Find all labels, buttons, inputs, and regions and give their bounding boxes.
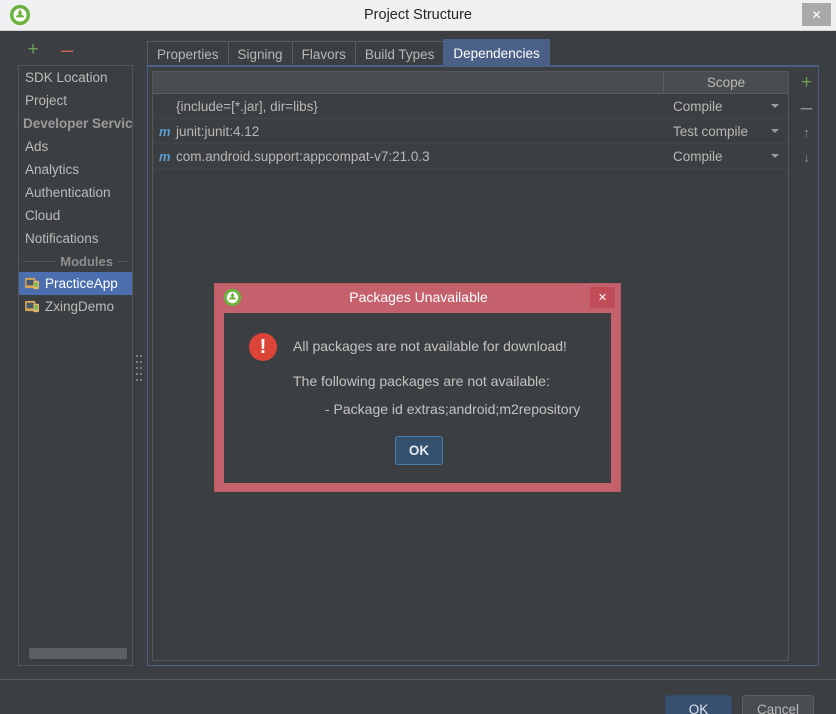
scope-value: Compile [673,148,723,164]
chevron-down-icon [771,104,779,108]
dialog-ok-button[interactable]: OK [395,436,443,465]
sidebar-item-sdk-location[interactable]: SDK Location [19,66,132,89]
maven-library-icon: m [159,148,171,164]
separator-label: Modules [60,253,113,269]
add-module-button[interactable]: + [22,39,44,61]
table-row[interactable]: m com.android.support:appcompat-v7:21.0.3… [153,144,788,169]
table-body: {include=[*.jar], dir=libs} Compile m junit… [153,94,788,169]
dialog-titlebar: Packages Unavailable ✕ [215,284,620,311]
tab-build-types[interactable]: Build Types [354,41,445,66]
dialog-message-primary: All packages are not available for downl… [293,338,567,354]
footer-divider [0,679,836,680]
move-down-button[interactable]: ↓ [796,145,817,170]
dependency-name-label: com.android.support:appcompat-v7:21.0.3 [176,148,430,164]
sidebar-item-notifications[interactable]: Notifications [19,227,132,250]
table-row[interactable]: {include=[*.jar], dir=libs} Compile [153,94,788,119]
scope-value: Compile [673,98,723,114]
sidebar-modules-separator: Modules [19,250,132,272]
sidebar-list: SDK Location Project Developer Servic Ads An… [19,66,132,644]
window-titlebar: Project Structure ✕ [0,0,836,31]
dependency-name-cell: m com.android.support:appcompat-v7:21.0.3 [153,149,664,164]
android-module-icon [25,300,39,313]
window-title: Project Structure [364,7,472,23]
window-close-button[interactable]: ✕ [802,3,831,26]
cancel-button[interactable]: Cancel [742,695,814,714]
dependency-actions-toolbar: + – ↑ ↓ [796,70,817,230]
sidebar-module-zxingdemo[interactable]: ZxingDemo [19,295,132,318]
tab-signing[interactable]: Signing [227,41,293,66]
window-body: + – SDK Location Project Developer Servic A… [0,31,836,714]
tab-properties[interactable]: Properties [147,41,229,66]
sidebar-panel: SDK Location Project Developer Servic Ads An… [18,65,133,666]
warning-icon: ! [249,333,277,361]
packages-unavailable-dialog: Packages Unavailable ✕ ! All packages ar… [214,283,621,492]
sidebar-toolbar: + – [18,39,133,65]
dialog-body: ! All packages are not available for dow… [224,313,611,483]
dependency-name-cell: {include=[*.jar], dir=libs} [153,99,664,114]
scope-value: Test compile [673,123,749,139]
scope-dropdown[interactable]: Test compile [664,124,788,139]
dialog-message-secondary: The following packages are not available… [293,373,550,389]
sidebar-module-label: ZxingDemo [45,299,115,314]
scope-dropdown[interactable]: Compile [664,149,788,164]
dependency-name-cell: m junit:junit:4.12 [153,124,664,139]
sidebar-item-developer-servic: Developer Servic [23,116,132,131]
add-dependency-button[interactable]: + [796,70,817,95]
sidebar-module-label: PracticeApp [45,276,118,291]
tab-flavors[interactable]: Flavors [291,41,356,66]
dependency-name-label: {include=[*.jar], dir=libs} [176,98,318,114]
pane-splitter-handle[interactable] [135,351,143,385]
separator-line [23,260,56,262]
sidebar-item-authentication[interactable]: Authentication [19,181,132,204]
scope-dropdown[interactable]: Compile [664,99,788,114]
sidebar-horizontal-scrollbar[interactable] [29,648,127,659]
table-header-row: Scope [153,72,788,94]
separator-line [118,260,128,262]
sidebar-module-practiceapp[interactable]: PracticeApp [19,272,132,295]
tab-dependencies[interactable]: Dependencies [443,39,550,66]
sidebar-item-ads[interactable]: Ads [19,135,132,158]
remove-dependency-button[interactable]: – [796,95,817,120]
move-up-button[interactable]: ↑ [796,120,817,145]
column-header-name[interactable] [153,72,664,93]
dialog-package-item: - Package id extras;android;m2repository [325,401,581,417]
tab-bar: Properties Signing Flavors Build Types Depen… [147,39,550,66]
column-header-scope[interactable]: Scope [664,72,788,93]
dependency-name-label: junit:junit:4.12 [176,123,260,139]
android-module-icon [25,277,39,290]
sidebar-item-cloud[interactable]: Cloud [19,204,132,227]
sidebar-item-analytics[interactable]: Analytics [19,158,132,181]
table-row[interactable]: m junit:junit:4.12 Test compile [153,119,788,144]
chevron-down-icon [771,129,779,133]
project-structure-window: Project Structure ✕ + – SDK Location Proj… [0,0,836,714]
chevron-down-icon [771,154,779,158]
maven-library-icon: m [159,123,171,139]
sidebar-item-project[interactable]: Project [19,89,132,112]
dialog-title: Packages Unavailable [349,289,488,305]
ok-button[interactable]: OK [665,695,732,714]
dialog-close-button[interactable]: ✕ [590,287,615,308]
remove-module-button[interactable]: – [56,39,78,61]
